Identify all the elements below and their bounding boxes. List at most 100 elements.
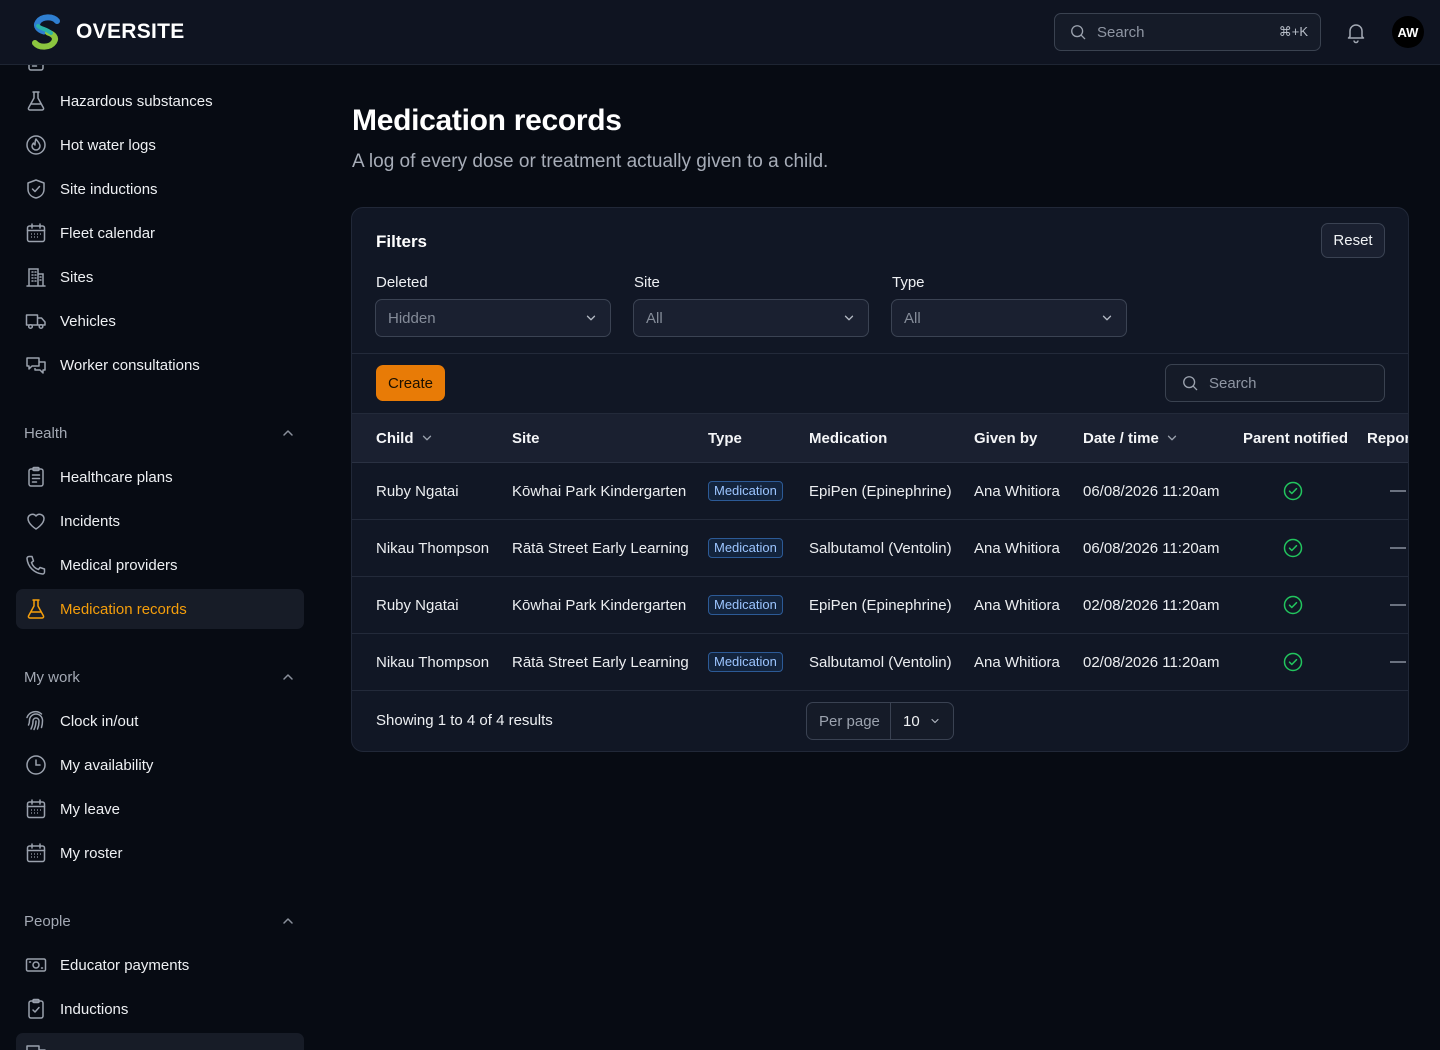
chevron-up-icon: [280, 669, 296, 685]
sidebar-item-medication-records[interactable]: Medication records: [16, 589, 304, 629]
brand[interactable]: OVERSITE: [26, 12, 185, 52]
sidebar-item-fleet-calendar[interactable]: Fleet calendar: [16, 213, 304, 253]
type-filter-select[interactable]: All: [891, 299, 1127, 337]
cell-given-by: Ana Whitiora: [974, 482, 1060, 500]
table-row[interactable]: Ruby Ngatai Kōwhai Park Kindergarten Med…: [352, 463, 1408, 520]
sidebar-item-clock-in-out[interactable]: Clock in/out: [16, 701, 304, 741]
sidebar-item-label: My roster: [60, 844, 123, 862]
table-row[interactable]: Nikau Thompson Rātā Street Early Learnin…: [352, 634, 1408, 691]
search-shortcut: ⌘+K: [1278, 24, 1308, 39]
banknote-icon: [24, 953, 48, 977]
sidebar-item-hot-water-logs[interactable]: Hot water logs: [16, 125, 304, 165]
global-search-placeholder: Search: [1097, 23, 1145, 41]
sidebar-item-my-availability[interactable]: My availability: [16, 745, 304, 785]
cell-child: Nikau Thompson: [376, 653, 490, 671]
bell-icon[interactable]: [1344, 20, 1368, 44]
sidebar-item-vehicles[interactable]: Vehicles: [16, 301, 304, 341]
reset-button[interactable]: Reset: [1321, 223, 1385, 258]
per-page-select[interactable]: Per page 10: [806, 702, 954, 740]
sidebar-item-inductions[interactable]: Inductions: [16, 989, 304, 1029]
cell-given-by: Ana Whitiora: [974, 596, 1060, 614]
cell-site: Kōwhai Park Kindergarten: [512, 482, 687, 500]
global-search-input[interactable]: Search ⌘+K: [1054, 13, 1321, 51]
chevron-down-icon: [1165, 431, 1179, 445]
sidebar-item-label: Medical providers: [60, 556, 178, 574]
clock-icon: [24, 753, 48, 777]
sidebar: Hazardous substances Hot water logs Site…: [0, 65, 320, 1050]
section-title: People: [24, 912, 71, 930]
dash-icon: [1390, 604, 1406, 606]
sidebar-section-people[interactable]: People: [24, 911, 296, 931]
sidebar-section-my-work[interactable]: My work: [24, 667, 296, 687]
chevron-down-icon: [420, 431, 434, 445]
per-page-value-wrap: 10: [891, 713, 953, 730]
cell-medication: EpiPen (Epinephrine): [809, 482, 952, 500]
column-header-type: Type: [708, 429, 742, 447]
chevron-down-icon: [929, 715, 941, 727]
sidebar-item-partial[interactable]: [16, 65, 304, 81]
sidebar-item-worker-consultations[interactable]: Worker consultations: [16, 345, 304, 385]
cell-medication: EpiPen (Epinephrine): [809, 596, 952, 614]
deleted-filter-select[interactable]: Hidden: [375, 299, 611, 337]
sidebar-item-label: Hazardous substances: [60, 92, 213, 110]
sidebar-item-site-inductions[interactable]: Site inductions: [16, 169, 304, 209]
site-filter-select[interactable]: All: [633, 299, 869, 337]
table-search-input[interactable]: Search: [1165, 364, 1385, 402]
results-summary: Showing 1 to 4 of 4 results: [376, 712, 553, 729]
building-icon: [24, 265, 48, 289]
create-button[interactable]: Create: [376, 365, 445, 401]
sidebar-item-healthcare-plans[interactable]: Healthcare plans: [16, 457, 304, 497]
column-header-date-time[interactable]: Date / time: [1083, 414, 1179, 462]
filters-divider: [352, 353, 1408, 354]
table-row[interactable]: Ruby Ngatai Kōwhai Park Kindergarten Med…: [352, 577, 1408, 634]
cell-reported: [1390, 463, 1406, 519]
cell-given-by: Ana Whitiora: [974, 653, 1060, 671]
truck-icon: [24, 309, 48, 333]
shield-check-icon: [24, 177, 48, 201]
cell-type: Medication: [708, 577, 783, 633]
sidebar-item-label: Inductions: [60, 1000, 129, 1018]
sidebar-item-hazardous-substances[interactable]: Hazardous substances: [16, 81, 304, 121]
sidebar-item-incidents[interactable]: Incidents: [16, 501, 304, 541]
flask-icon: [24, 597, 48, 621]
phone-icon: [24, 553, 48, 577]
top-bar: OVERSITE Search ⌘+K AW: [0, 0, 1440, 65]
sidebar-item-label: Incidents: [60, 512, 121, 530]
page-title: Medication records: [352, 104, 622, 137]
cell-parent-notified: [1283, 520, 1303, 576]
sidebar-item-sites[interactable]: Sites: [16, 257, 304, 297]
site-filter-label: Site: [634, 274, 660, 291]
sidebar-item-medical-providers[interactable]: Medical providers: [16, 545, 304, 585]
cell-child: Ruby Ngatai: [376, 596, 459, 614]
sidebar-item-my-roster[interactable]: My roster: [16, 833, 304, 873]
type-badge: Medication: [708, 538, 783, 558]
clipboard-icon: [24, 465, 48, 489]
sidebar-item-educator-payments[interactable]: Educator payments: [16, 945, 304, 985]
sidebar-item-label: Sites: [60, 268, 94, 286]
type-filter-label: Type: [892, 274, 925, 291]
cell-site: Rātā Street Early Learning: [512, 653, 689, 671]
chevron-down-icon: [842, 311, 856, 325]
sidebar-item-label: Healthcare plans: [60, 468, 173, 486]
table-row[interactable]: Nikau Thompson Rātā Street Early Learnin…: [352, 520, 1408, 577]
sidebar-item-label: Hot water logs: [60, 136, 156, 154]
sidebar-item-my-leave[interactable]: My leave: [16, 789, 304, 829]
heart-icon: [24, 509, 48, 533]
cell-reported: [1390, 577, 1406, 633]
sidebar-item-label: Medication records: [60, 600, 187, 618]
sidebar-item-partial[interactable]: [16, 1033, 304, 1050]
brand-name: OVERSITE: [76, 20, 185, 43]
type-badge: Medication: [708, 652, 783, 672]
sidebar-section-health[interactable]: Health: [24, 423, 296, 443]
table-search-placeholder: Search: [1209, 374, 1257, 392]
column-header-child[interactable]: Child: [376, 414, 434, 462]
dash-icon: [1390, 661, 1406, 663]
sidebar-item-label: Site inductions: [60, 180, 158, 198]
cell-parent-notified: [1283, 577, 1303, 633]
section-title: My work: [24, 668, 80, 686]
column-label: Date / time: [1083, 429, 1159, 447]
cell-parent-notified: [1283, 634, 1303, 690]
user-avatar[interactable]: AW: [1392, 16, 1424, 48]
type-filter-value: All: [904, 309, 921, 327]
sidebar-item-label: Clock in/out: [60, 712, 139, 730]
